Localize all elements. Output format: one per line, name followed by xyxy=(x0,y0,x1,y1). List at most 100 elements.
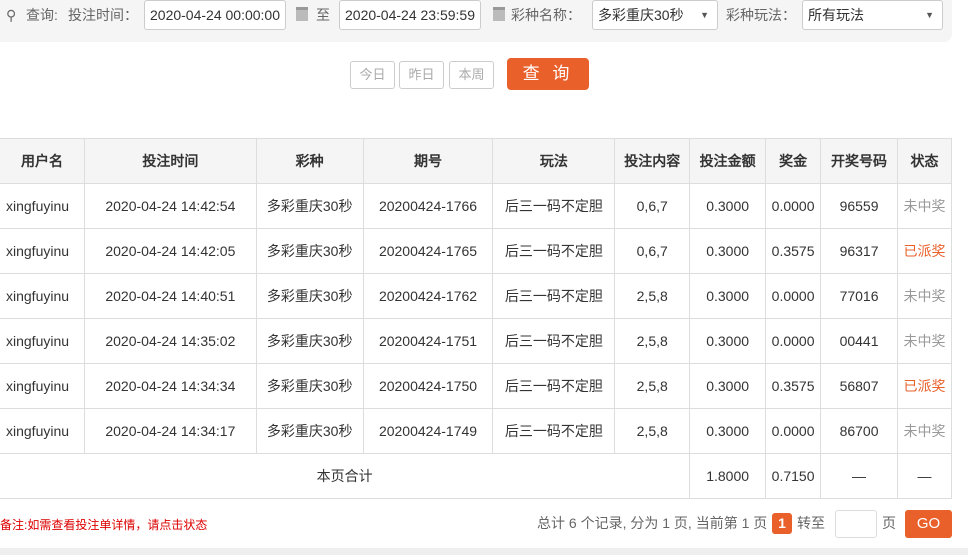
filter-bar: ⚲ 查询: 投注时间： 2020-04-24 00:00:00 至 2020-0… xyxy=(0,0,952,42)
table-cell: 后三一码不定胆 xyxy=(492,318,616,364)
table-cell: 00441 xyxy=(820,318,898,364)
table-cell: 56807 xyxy=(820,363,898,409)
table-cell: 2020-04-24 14:35:02 xyxy=(83,318,257,364)
total-number: — xyxy=(820,453,898,499)
table-cell: 后三一码不定胆 xyxy=(492,228,616,274)
calendar-icon[interactable] xyxy=(296,7,308,21)
chevron-down-icon: ▼ xyxy=(925,10,934,20)
column-header: 投注时间 xyxy=(83,138,257,184)
bottom-bar xyxy=(0,548,968,555)
start-time-input[interactable]: 2020-04-24 00:00:00 xyxy=(144,0,286,30)
table-cell: 多彩重庆30秒 xyxy=(255,183,364,229)
table-cell: 20200424-1750 xyxy=(362,363,494,409)
table-cell: 0.0000 xyxy=(765,408,822,454)
week-button[interactable]: 本周 xyxy=(449,61,494,89)
table-cell: xingfuyinu xyxy=(0,408,85,454)
table-cell: 0.3000 xyxy=(689,318,767,364)
time-label: 投注时间： xyxy=(68,7,138,23)
lottery-select[interactable]: 多彩重庆30秒 ▼ xyxy=(592,0,718,30)
table-row: xingfuyinu 2020-04-24 14:34:34 多彩重庆30秒 2020… xyxy=(0,363,952,409)
status-link[interactable]: 已派奖 xyxy=(897,363,952,409)
total-label: 本页合计 xyxy=(0,453,691,499)
note-text: 备注:如需查看投注单详情，请点击状态 xyxy=(0,518,208,532)
status-link[interactable]: 未中奖 xyxy=(897,408,952,454)
table-row: xingfuyinu 2020-04-24 14:35:02 多彩重庆30秒 2020… xyxy=(0,318,952,364)
search-button[interactable]: 查 询 xyxy=(507,58,589,90)
table-cell: 0,6,7 xyxy=(614,228,691,274)
table-cell: 20200424-1749 xyxy=(362,408,494,454)
table-cell: 20200424-1766 xyxy=(362,183,494,229)
table-cell: 后三一码不定胆 xyxy=(492,363,616,409)
table-cell: xingfuyinu xyxy=(0,183,85,229)
pager-summary: 总计 6 个记录, 分为 1 页, 当前第 1 页 xyxy=(537,515,768,531)
chevron-down-icon: ▼ xyxy=(700,10,709,20)
table-cell: 后三一码不定胆 xyxy=(492,183,616,229)
page-input[interactable] xyxy=(835,510,877,538)
table-cell: 多彩重庆30秒 xyxy=(255,273,364,319)
table-cell: 0.3000 xyxy=(689,273,767,319)
status-link[interactable]: 未中奖 xyxy=(897,273,952,319)
table-cell: 0.3575 xyxy=(765,228,822,274)
table-cell: 77016 xyxy=(820,273,898,319)
goto-label: 转至 xyxy=(797,515,825,531)
status-link[interactable]: 已派奖 xyxy=(897,228,952,274)
lottery-label: 彩种名称： xyxy=(511,7,581,23)
column-header: 状态 xyxy=(897,138,952,184)
end-time-input[interactable]: 2020-04-24 23:59:59 xyxy=(339,0,481,30)
column-header: 彩种 xyxy=(255,138,364,184)
current-page[interactable]: 1 xyxy=(772,513,792,534)
column-header: 奖金 xyxy=(765,138,822,184)
table-cell: 0,6,7 xyxy=(614,183,691,229)
column-header: 投注内容 xyxy=(614,138,691,184)
table-row: xingfuyinu 2020-04-24 14:34:17 多彩重庆30秒 2020… xyxy=(0,408,952,454)
table-cell: 20200424-1762 xyxy=(362,273,494,319)
table-cell: 2020-04-24 14:42:54 xyxy=(83,183,257,229)
table-cell: 后三一码不定胆 xyxy=(492,273,616,319)
table-cell: 20200424-1751 xyxy=(362,318,494,364)
total-amount: 1.8000 xyxy=(689,453,767,499)
column-header: 玩法 xyxy=(492,138,616,184)
yesterday-button[interactable]: 昨日 xyxy=(399,61,444,89)
table-cell: 2,5,8 xyxy=(614,318,691,364)
status-link[interactable]: 未中奖 xyxy=(897,183,952,229)
table-cell: 后三一码不定胆 xyxy=(492,408,616,454)
table-cell: 0.3000 xyxy=(689,183,767,229)
calendar-icon[interactable] xyxy=(493,7,505,21)
page-unit: 页 xyxy=(882,515,896,531)
table-row: xingfuyinu 2020-04-24 14:42:54 多彩重庆30秒 2020… xyxy=(0,183,952,229)
total-status: — xyxy=(897,453,952,499)
table-cell: xingfuyinu xyxy=(0,273,85,319)
query-label: 查询: xyxy=(26,7,58,23)
total-row: 本页合计 1.8000 0.7150— — xyxy=(0,453,952,499)
table-cell: 0.3000 xyxy=(689,363,767,409)
table-cell: 0.3000 xyxy=(689,408,767,454)
table-cell: 多彩重庆30秒 xyxy=(255,363,364,409)
search-icon: ⚲ xyxy=(6,7,17,23)
table-cell: 0.0000 xyxy=(765,318,822,364)
table-cell: 0.0000 xyxy=(765,183,822,229)
table-cell: 多彩重庆30秒 xyxy=(255,408,364,454)
today-button[interactable]: 今日 xyxy=(350,61,395,89)
table-cell: 2020-04-24 14:34:17 xyxy=(83,408,257,454)
table-cell: 0.3000 xyxy=(689,228,767,274)
column-header: 投注金额 xyxy=(689,138,767,184)
table-cell: 2,5,8 xyxy=(614,273,691,319)
play-label: 彩种玩法： xyxy=(726,7,796,23)
table-cell: 2,5,8 xyxy=(614,408,691,454)
go-button[interactable]: GO xyxy=(905,510,952,538)
table-cell: 96559 xyxy=(820,183,898,229)
table-row: xingfuyinu 2020-04-24 14:40:51 多彩重庆30秒 2020… xyxy=(0,273,952,319)
column-header: 用户名 xyxy=(0,138,85,184)
status-link[interactable]: 未中奖 xyxy=(897,318,952,364)
table-cell: 96317 xyxy=(820,228,898,274)
to-label: 至 xyxy=(316,7,330,23)
table-cell: 多彩重庆30秒 xyxy=(255,228,364,274)
table-row: xingfuyinu 2020-04-24 14:42:05 多彩重庆30秒 2020… xyxy=(0,228,952,274)
column-header: 开奖号码 xyxy=(820,138,898,184)
play-select[interactable]: 所有玩法 ▼ xyxy=(802,0,943,30)
table-cell: 0.3575 xyxy=(765,363,822,409)
table-cell: xingfuyinu xyxy=(0,363,85,409)
bet-table: 用户名 投注时间 彩种 期号 玩法 投注内容 投注金额 奖金 开奖号码 状态 xingfuyinu… xyxy=(0,138,952,499)
table-cell: 2020-04-24 14:42:05 xyxy=(83,228,257,274)
table-cell: 2020-04-24 14:34:34 xyxy=(83,363,257,409)
